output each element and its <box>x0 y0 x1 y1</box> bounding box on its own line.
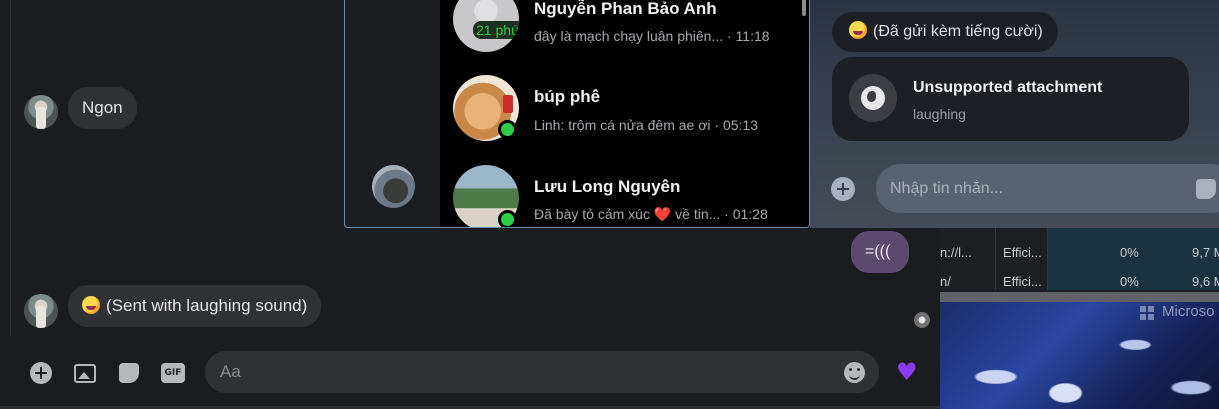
process-row[interactable]: n://l... Effici... 0% 9,7 M <box>940 240 1219 266</box>
message-text: (Sent with laughing sound) <box>106 296 308 315</box>
attachment-title: Unsupported attachment <box>913 79 1103 96</box>
image-icon <box>74 363 96 383</box>
laughing-emoji-icon <box>849 21 867 39</box>
plus-circle-icon <box>30 362 52 384</box>
message-text: Ngon <box>82 98 123 117</box>
contact-avatar: 21 phút <box>453 0 519 52</box>
window-border <box>940 292 1219 302</box>
memory-usage: 9,6 M <box>1192 274 1219 289</box>
memory-usage: 9,7 M <box>1192 245 1219 260</box>
cpu-usage: 0% <box>1120 245 1139 260</box>
plus-circle-icon[interactable] <box>831 177 855 201</box>
scrollbar-thumb[interactable] <box>802 0 806 16</box>
screen: Ngon =((( (Sent with laughing sound) GIF… <box>0 0 1219 409</box>
cpu-usage: 0% <box>1120 274 1139 289</box>
conversation-item[interactable]: 21 phút Nguyễn Phan Bảo Anh đây là mạch … <box>440 0 800 66</box>
laughing-emoji-icon <box>82 296 100 314</box>
contact-name: búp phê <box>534 87 601 106</box>
sender-avatar[interactable] <box>24 294 58 328</box>
secondary-chat-panel: (Đã gửi kèm tiếng cười) Unsupported atta… <box>810 0 1219 228</box>
sender-avatar[interactable] <box>24 95 58 129</box>
sticker-button[interactable] <box>117 361 141 385</box>
sticker-icon <box>119 363 139 383</box>
message-composer: GIF ♥ <box>0 336 940 409</box>
process-name: n://l... <box>940 245 972 260</box>
conversation-item[interactable]: Lưu Long Nguyên Đã bày tỏ cảm xúc ❤️ về … <box>440 165 800 227</box>
sticker-icon[interactable] <box>1196 179 1216 199</box>
wallpaper-watermark: Microso <box>1162 303 1215 320</box>
gif-button[interactable]: GIF <box>161 361 185 385</box>
attachment-icon-container <box>849 74 897 122</box>
last-active-badge: 21 phút <box>473 21 519 39</box>
message-input-container <box>876 164 1219 213</box>
message-preview: Linh: trộm cá nửa đêm ae ơi · 05:13 <box>534 117 758 133</box>
outgoing-message-bubble[interactable]: =((( <box>851 231 909 273</box>
efficiency-mode: Effici... <box>1003 245 1042 260</box>
message-input[interactable] <box>890 164 1180 213</box>
purple-heart-icon[interactable]: ♥ <box>896 360 918 384</box>
message-input-container <box>205 351 879 393</box>
add-actions-button[interactable] <box>29 361 53 385</box>
read-receipt-avatar <box>914 312 930 328</box>
attach-image-button[interactable] <box>73 361 97 385</box>
online-status-icon <box>498 210 517 227</box>
contact-name: Lưu Long Nguyên <box>534 177 681 196</box>
task-manager-fragment: n://l... Effici... 0% 9,7 M n/ Effici...… <box>940 228 1219 290</box>
attachment-card[interactable]: Unsupported attachment laughing <box>832 57 1189 141</box>
emoji-picker-icon[interactable] <box>844 362 865 383</box>
microsoft-logo-icon <box>1140 306 1154 320</box>
online-status-icon <box>498 120 517 139</box>
incoming-message-bubble[interactable]: Ngon <box>68 87 137 129</box>
message-preview: Đã bày tỏ cảm xúc ❤️ về tin... · 01:28 <box>534 206 768 222</box>
conversation-list: 21 phút Nguyễn Phan Bảo Anh đây là mạch … <box>440 0 809 227</box>
efficiency-mode: Effici... <box>1003 274 1042 289</box>
message-text: =((( <box>865 243 891 260</box>
conversation-list-window: 21 phút Nguyễn Phan Bảo Anh đây là mạch … <box>344 0 810 228</box>
attachment-subtitle: laughing <box>913 106 966 122</box>
note-text: (Đã gửi kèm tiếng cười) <box>873 23 1043 40</box>
process-name: n/ <box>940 274 951 289</box>
message-preview: đây là mạch chạy luân phiên... · 11:18 <box>534 28 770 44</box>
contact-name: Nguyễn Phan Bảo Anh <box>534 0 717 18</box>
globe-icon <box>861 86 885 110</box>
laughing-sound-note[interactable]: (Đã gửi kèm tiếng cười) <box>832 12 1058 52</box>
contact-avatar[interactable] <box>372 165 415 208</box>
conversation-item[interactable]: búp phê Linh: trộm cá nửa đêm ae ơi · 05… <box>440 75 800 155</box>
gif-icon: GIF <box>161 363 185 383</box>
message-input[interactable] <box>220 351 820 393</box>
incoming-message-bubble[interactable]: (Sent with laughing sound) <box>68 285 322 327</box>
